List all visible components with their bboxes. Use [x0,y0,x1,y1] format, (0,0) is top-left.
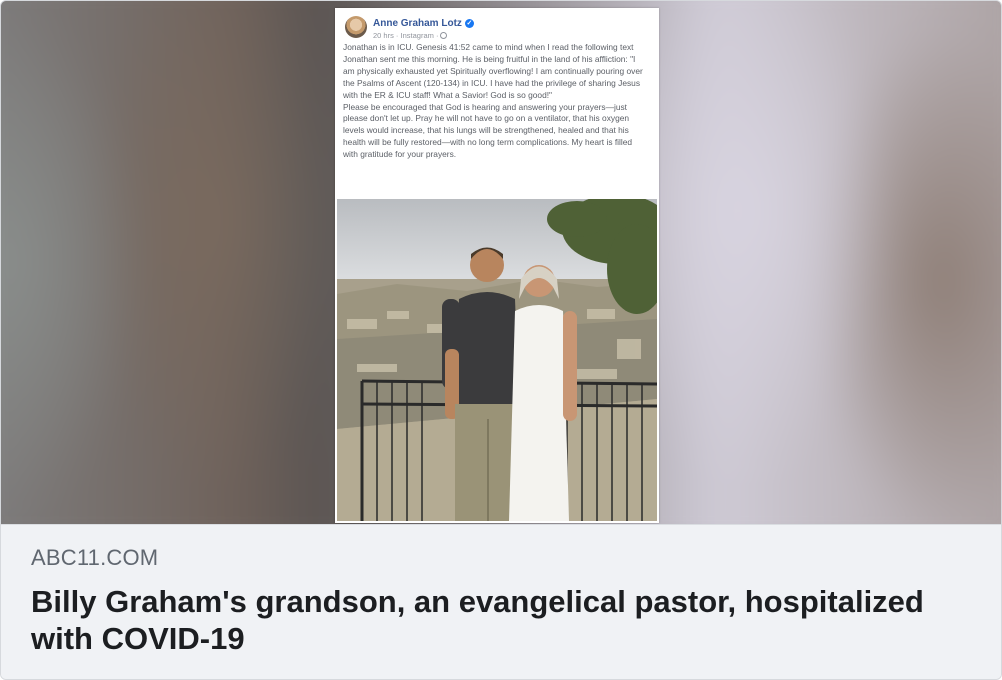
post-header: Anne Graham Lotz ✓ 20 hrs · Instagram · [345,14,645,44]
post-body: Jonathan is in ICU. Genesis 41:52 came t… [343,42,649,161]
post-paragraph: Jonathan is in ICU. Genesis 41:52 came t… [343,42,643,100]
link-headline[interactable]: Billy Graham's grandson, an evangelical … [31,583,961,657]
link-preview-footer[interactable]: ABC11.COM Billy Graham's grandson, an ev… [1,524,1001,679]
globe-icon [440,32,448,39]
author-avatar [345,16,367,38]
post-meta-text: 20 hrs · Instagram · [373,31,439,40]
post-author-text: Anne Graham Lotz [373,18,462,29]
link-preview-image[interactable]: Anne Graham Lotz ✓ 20 hrs · Instagram · J… [1,1,1001,524]
link-domain: ABC11.COM [31,545,159,570]
post-photo [337,199,657,521]
post-paragraph: Please be encouraged that God is hearing… [343,101,633,160]
verified-badge-icon: ✓ [464,19,474,28]
link-preview-card[interactable]: Anne Graham Lotz ✓ 20 hrs · Instagram · J… [0,0,1002,680]
post-meta: 20 hrs · Instagram · [373,31,448,40]
post-author-name: Anne Graham Lotz ✓ [373,18,474,29]
embedded-post-screenshot: Anne Graham Lotz ✓ 20 hrs · Instagram · J… [335,8,659,523]
